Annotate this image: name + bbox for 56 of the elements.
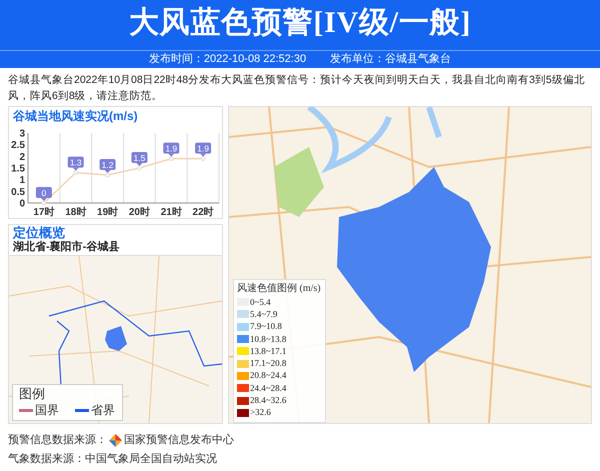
y-tick-label: 2.5 <box>11 140 25 152</box>
data-label: 0 <box>42 188 47 198</box>
warning-source: 国家预警信息发布中心 <box>124 432 234 448</box>
data-label: 1.2 <box>102 160 114 170</box>
y-tick-label: 3 <box>19 128 25 140</box>
legend-label: 13.8~17.1 <box>250 346 286 357</box>
publisher: 发布单位：谷城县气象台 <box>330 52 452 68</box>
x-tick-label: 19时 <box>97 207 118 218</box>
legend-label: 省界 <box>91 402 115 418</box>
y-tick-label: 1 <box>19 175 25 186</box>
data-label: 1.9 <box>197 144 210 154</box>
value-label: 1.5 <box>131 152 148 166</box>
warning-title: 大风蓝色预警[IV级/一般] <box>128 5 472 41</box>
legend-label: 10.8~13.8 <box>250 334 286 345</box>
y-tick-label: 1.5 <box>11 164 25 174</box>
x-tick-label: 22时 <box>192 207 214 218</box>
y-tick-label: 0 <box>19 198 25 210</box>
y-tick-label: 2 <box>19 152 25 163</box>
diamond-logo-icon <box>109 434 122 447</box>
data-label: 1.5 <box>134 153 146 163</box>
data-point <box>105 172 110 178</box>
legend-label: >32.6 <box>250 407 271 418</box>
warning-description: 谷城县气象台2022年10月08日22时48分发布大风蓝色预警信号：预计今天夜间到明天白天，我县自北向南有3到5级偏北风，阵风6到8级，请注意防范。 <box>7 73 586 104</box>
value-label: 0 <box>36 187 52 201</box>
location-title: 定位概览 <box>12 225 66 240</box>
data-label: 1.9 <box>165 144 178 154</box>
data-label: 1.3 <box>70 158 82 168</box>
legend-label: 20.8~24.4 <box>250 370 286 382</box>
warning-source-label: 预警信息数据来源： <box>8 433 107 448</box>
legend-title: 图例 <box>19 385 45 402</box>
value-label: 1.3 <box>68 156 84 171</box>
legend-label: 28.4~32.6 <box>250 395 286 406</box>
location-region: 湖北省-襄阳市-谷城县 <box>12 240 120 255</box>
legend-label: 24.4~28.4 <box>250 382 286 394</box>
data-point <box>73 170 78 176</box>
data-point <box>168 156 174 162</box>
value-label: 1.2 <box>100 159 116 173</box>
legend-label: 国界 <box>35 402 59 418</box>
x-tick-label: 17时 <box>33 207 54 218</box>
publish-time: 发布时间：2022-10-08 22:52:30 <box>148 52 306 68</box>
legend-label: 0~5.4 <box>250 296 271 308</box>
x-tick-label: 21时 <box>160 207 182 218</box>
value-label: 1.9 <box>195 142 212 157</box>
data-point <box>41 200 46 206</box>
x-tick-label: 20时 <box>128 207 150 218</box>
data-point <box>200 156 206 162</box>
value-label: 1.9 <box>163 142 180 157</box>
y-tick-label: 0.5 <box>11 186 25 198</box>
data-point <box>136 166 142 170</box>
x-tick-label: 18时 <box>65 207 86 218</box>
legend-label: 5.4~7.9 <box>250 308 278 320</box>
chart-title: 谷城当地风速实况(m/s) <box>12 108 139 125</box>
weather-data-source: 气象数据来源：中国气象局全国自动站实况 <box>8 452 217 467</box>
legend-label: 17.1~20.8 <box>250 358 286 370</box>
legend-label: 7.9~10.8 <box>250 321 282 332</box>
wind-legend-title: 风速色值图例 (m/s) <box>237 282 321 296</box>
